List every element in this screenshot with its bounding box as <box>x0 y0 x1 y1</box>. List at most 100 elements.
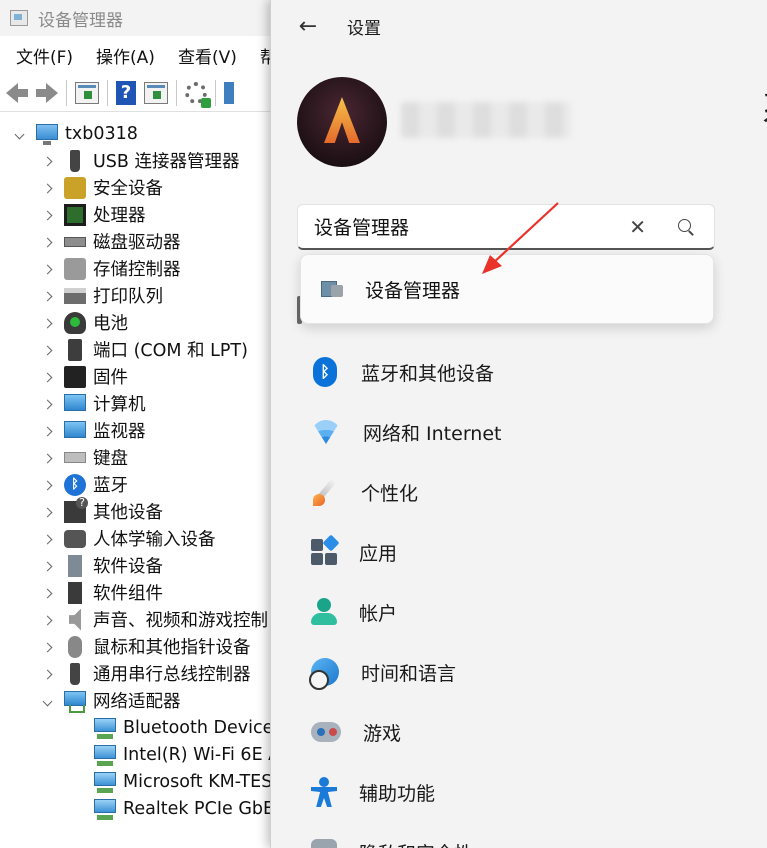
privacy-shield-icon <box>311 839 337 848</box>
expand-chevron-icon[interactable] <box>42 532 52 546</box>
expand-chevron-icon[interactable] <box>42 343 52 357</box>
expand-chevron-icon[interactable] <box>42 586 52 600</box>
tree-item-label: Microsoft KM-TES <box>123 771 273 792</box>
settings-back-button[interactable]: ← <box>293 12 323 42</box>
printer-icon <box>64 287 86 304</box>
update-driver-button[interactable] <box>185 80 211 108</box>
network-adapter-icon <box>64 690 86 713</box>
tree-item-bluetooth[interactable]: ᛒ 蓝牙 <box>42 471 128 498</box>
menu-file[interactable]: 文件(F) <box>0 43 80 68</box>
tree-item-usb-controllers[interactable]: 通用串行总线控制器 <box>42 660 251 687</box>
keyboard-icon <box>64 452 86 463</box>
expand-chevron-icon[interactable] <box>42 154 52 168</box>
device-manager-icon <box>321 279 345 299</box>
tree-item-battery[interactable]: 电池 <box>42 309 128 336</box>
nav-accounts[interactable]: 帐户 <box>297 584 737 640</box>
tree-item-label: 网络适配器 <box>93 692 181 712</box>
tree-item-firmware[interactable]: 固件 <box>42 363 128 390</box>
device-manager-app-icon <box>10 10 28 26</box>
nav-apps[interactable]: 应用 <box>297 524 737 580</box>
update-driver-icon <box>185 81 211 108</box>
nav-label: 网络和 Internet <box>363 422 502 445</box>
tree-item-software-devices[interactable]: 软件设备 <box>42 552 163 579</box>
tree-item-adapter[interactable]: Bluetooth Device <box>94 714 273 741</box>
tree-item-computer[interactable]: 计算机 <box>42 390 146 417</box>
tree-item-hid[interactable]: 人体学输入设备 <box>42 525 216 552</box>
tree-item-adapter[interactable]: Realtek PCIe GbE <box>94 795 274 822</box>
network-adapter-icon <box>94 744 116 766</box>
tree-item-label: 磁盘驱动器 <box>93 233 181 253</box>
nav-network-internet[interactable]: 网络和 Internet <box>297 404 737 460</box>
mouse-icon <box>68 635 82 658</box>
tree-item-monitors[interactable]: 监视器 <box>42 417 146 444</box>
expand-chevron-icon[interactable] <box>42 397 52 411</box>
expand-chevron-icon[interactable] <box>42 208 52 222</box>
collapse-chevron-icon[interactable] <box>14 127 24 141</box>
tree-item-adapter[interactable]: Intel(R) Wi-Fi 6E A <box>94 741 280 768</box>
annotation-arrow-icon <box>482 202 559 274</box>
software-device-icon <box>68 554 82 577</box>
tree-item-keyboards[interactable]: 键盘 <box>42 444 128 471</box>
menu-view[interactable]: 查看(V) <box>162 43 244 68</box>
other-devices-icon <box>64 496 88 523</box>
scan-hardware-button[interactable] <box>224 80 234 106</box>
tree-item-print-queue[interactable]: 打印队列 <box>42 282 163 309</box>
collapse-chevron-icon[interactable] <box>42 694 52 708</box>
tree-item-label: 电池 <box>93 314 128 334</box>
expand-chevron-icon[interactable] <box>42 640 52 654</box>
tree-item-security[interactable]: 安全设备 <box>42 174 163 201</box>
clear-icon[interactable]: ✕ <box>629 215 646 239</box>
menu-action[interactable]: 操作(A) <box>80 43 162 68</box>
tree-item-usb-connector[interactable]: USB 连接器管理器 <box>42 147 240 174</box>
nav-label: 游戏 <box>363 722 402 745</box>
account-icon <box>311 598 337 626</box>
expand-chevron-icon[interactable] <box>42 370 52 384</box>
computer-icon <box>64 393 86 411</box>
tree-item-ports[interactable]: 端口 (COM 和 LPT) <box>42 336 248 363</box>
expand-chevron-icon[interactable] <box>42 289 52 303</box>
tree-item-label: 存储控制器 <box>93 260 181 280</box>
nav-time-language[interactable]: 时间和语言 <box>297 644 737 700</box>
tree-item-adapter[interactable]: Microsoft KM-TES <box>94 768 272 795</box>
expand-chevron-icon[interactable] <box>42 424 52 438</box>
expand-chevron-icon[interactable] <box>42 667 52 681</box>
tree-item-software-components[interactable]: 软件组件 <box>42 579 163 606</box>
tree-item-other-devices[interactable]: 其他设备 <box>42 496 163 525</box>
nav-accessibility[interactable]: 辅助功能 <box>297 764 737 820</box>
tree-item-processor[interactable]: 处理器 <box>42 201 146 228</box>
back-button[interactable] <box>6 80 28 106</box>
nav-personalization[interactable]: 个性化 <box>297 464 737 520</box>
expand-chevron-icon[interactable] <box>42 613 52 627</box>
tree-item-disk[interactable]: 磁盘驱动器 <box>42 228 181 255</box>
tree-item-storage[interactable]: 存储控制器 <box>42 255 181 282</box>
nav-bluetooth-devices[interactable]: ᛒ 蓝牙和其他设备 <box>297 344 737 400</box>
tree-root[interactable]: txb0318 <box>14 120 138 147</box>
user-avatar[interactable] <box>297 77 387 167</box>
nav-gaming[interactable]: 游戏 <box>297 704 737 760</box>
expand-chevron-icon[interactable] <box>42 235 52 249</box>
expand-chevron-icon[interactable] <box>42 181 52 195</box>
forward-button[interactable] <box>36 80 58 106</box>
tree-item-network-adapters[interactable]: 网络适配器 <box>42 687 181 714</box>
help-icon: ? <box>116 80 136 105</box>
expand-chevron-icon[interactable] <box>42 316 52 330</box>
computer-icon <box>36 123 58 145</box>
expand-chevron-icon[interactable] <box>42 478 52 492</box>
monitor-icon <box>224 81 234 104</box>
expand-chevron-icon[interactable] <box>42 451 52 465</box>
expand-chevron-icon[interactable] <box>42 505 52 519</box>
show-hide-tree-button[interactable] <box>75 80 99 106</box>
nav-privacy-security[interactable]: 隐私和安全性 <box>297 824 737 848</box>
nav-label: 辅助功能 <box>359 782 436 805</box>
expand-chevron-icon[interactable] <box>42 262 52 276</box>
tree-item-label: 声音、视频和游戏控制 <box>93 611 268 631</box>
properties-button[interactable] <box>144 80 168 106</box>
device-manager-window: 设备管理器 文件(F) 操作(A) 查看(V) 帮 ? txb0318 USB … <box>0 0 290 848</box>
tree-item-sound[interactable]: 声音、视频和游戏控制 <box>42 606 268 633</box>
tree-item-mice[interactable]: 鼠标和其他指针设备 <box>42 633 251 660</box>
properties-icon <box>144 81 168 104</box>
expand-chevron-icon[interactable] <box>42 559 52 573</box>
nav-label: 时间和语言 <box>361 662 457 685</box>
search-icon[interactable] <box>678 219 694 235</box>
help-button[interactable]: ? <box>116 80 136 106</box>
